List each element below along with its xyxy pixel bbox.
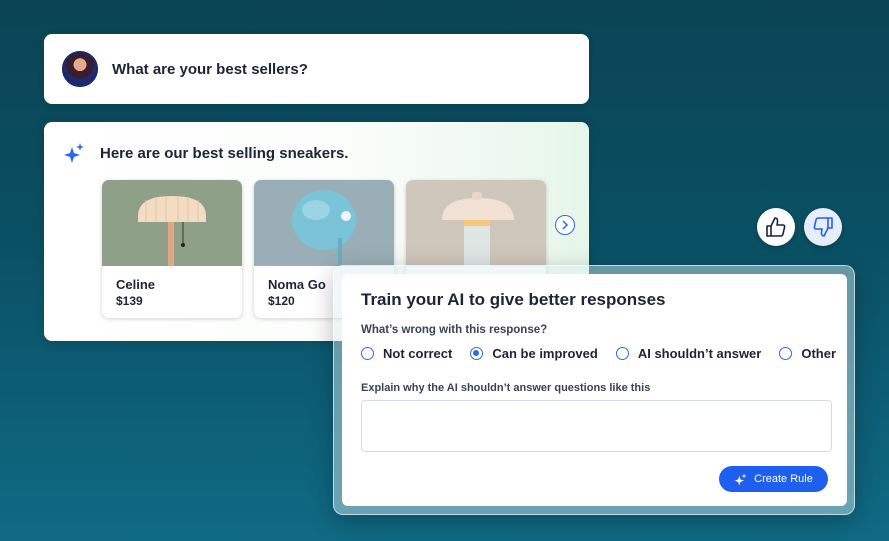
radio-button-selected[interactable]	[470, 347, 484, 360]
train-title: Train your AI to give better responses	[361, 290, 666, 309]
thumb-up-icon	[766, 217, 786, 237]
explain-label: Explain why the AI shouldn’t answer ques…	[361, 382, 651, 394]
feedback-question: What’s wrong with this response?	[361, 324, 548, 336]
option-ai-shouldnt-answer[interactable]: AI shouldn’t answer	[615, 346, 762, 361]
sparkle-icon	[64, 143, 84, 163]
product-card-celine[interactable]: Celine $139	[102, 180, 242, 318]
feedback-options: Not correct Can be improved AI shouldn’t…	[361, 346, 836, 361]
radio-button[interactable]	[615, 347, 629, 360]
option-can-be-improved[interactable]: Can be improved	[470, 346, 598, 361]
train-ai-panel: Train your AI to give better responses W…	[342, 274, 847, 506]
option-other[interactable]: Other	[779, 346, 836, 361]
thumbs-down-button[interactable]	[804, 208, 842, 246]
sparkle-icon	[734, 473, 747, 485]
option-label: Other	[801, 346, 837, 361]
thumbs-up-button[interactable]	[757, 208, 795, 246]
radio-button[interactable]	[361, 347, 374, 360]
next-products-button[interactable]	[555, 215, 575, 235]
create-rule-label: Create Rule	[754, 473, 813, 485]
thumb-down-icon	[813, 217, 833, 237]
chevron-right-icon	[562, 220, 569, 230]
product-name: Celine	[116, 277, 156, 292]
product-name: Noma Go	[268, 277, 326, 292]
radio-button[interactable]	[779, 347, 793, 360]
option-label: Not correct	[383, 346, 453, 361]
product-image	[102, 180, 242, 266]
option-label: Can be improved	[492, 346, 598, 361]
ai-answer-text: Here are our best selling sneakers.	[100, 145, 349, 162]
option-label: AI shouldn’t answer	[637, 346, 762, 361]
user-avatar	[62, 51, 98, 87]
create-rule-button[interactable]: Create Rule	[719, 466, 828, 492]
option-not-correct[interactable]: Not correct	[361, 346, 452, 361]
product-image	[254, 180, 394, 266]
user-question-card: What are your best sellers?	[44, 34, 589, 104]
explain-textarea[interactable]	[361, 400, 832, 452]
product-price: $120	[268, 294, 295, 308]
product-price: $139	[116, 294, 143, 308]
user-question-text: What are your best sellers?	[112, 60, 308, 78]
product-image	[406, 180, 546, 266]
